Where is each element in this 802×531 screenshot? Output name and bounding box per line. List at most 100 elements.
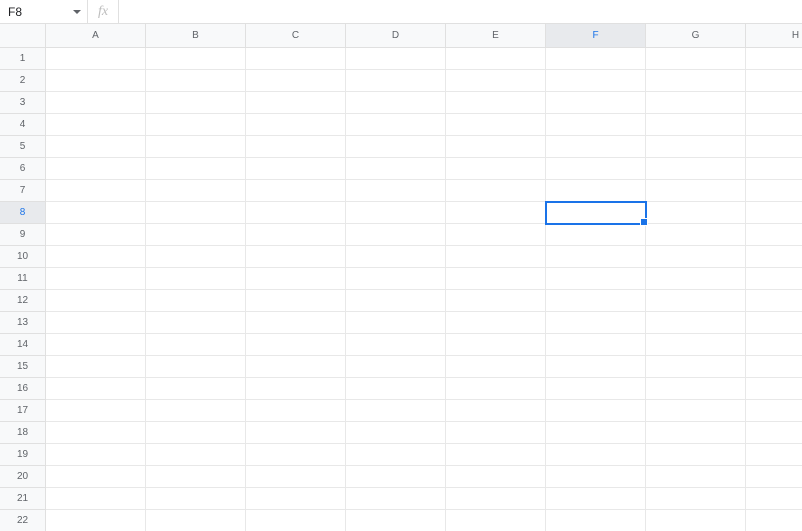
cell-d16[interactable] — [346, 378, 446, 400]
cell-e12[interactable] — [446, 290, 546, 312]
row-header-16[interactable]: 16 — [0, 378, 46, 400]
column-header-f[interactable]: F — [546, 24, 646, 48]
cell-a2[interactable] — [46, 70, 146, 92]
cell-h16[interactable] — [746, 378, 802, 400]
cell-f7[interactable] — [546, 180, 646, 202]
cell-e18[interactable] — [446, 422, 546, 444]
cell-c11[interactable] — [246, 268, 346, 290]
cell-h7[interactable] — [746, 180, 802, 202]
cell-a7[interactable] — [46, 180, 146, 202]
cell-g5[interactable] — [646, 136, 746, 158]
row-header-15[interactable]: 15 — [0, 356, 46, 378]
cell-b3[interactable] — [146, 92, 246, 114]
row-header-13[interactable]: 13 — [0, 312, 46, 334]
cell-b10[interactable] — [146, 246, 246, 268]
cell-a20[interactable] — [46, 466, 146, 488]
cell-f20[interactable] — [546, 466, 646, 488]
cell-g21[interactable] — [646, 488, 746, 510]
cell-a1[interactable] — [46, 48, 146, 70]
cell-g2[interactable] — [646, 70, 746, 92]
cell-g11[interactable] — [646, 268, 746, 290]
cell-b7[interactable] — [146, 180, 246, 202]
row-header-5[interactable]: 5 — [0, 136, 46, 158]
cell-e15[interactable] — [446, 356, 546, 378]
cell-f1[interactable] — [546, 48, 646, 70]
cell-h4[interactable] — [746, 114, 802, 136]
cell-a21[interactable] — [46, 488, 146, 510]
cell-f13[interactable] — [546, 312, 646, 334]
cell-g10[interactable] — [646, 246, 746, 268]
cell-g6[interactable] — [646, 158, 746, 180]
row-header-22[interactable]: 22 — [0, 510, 46, 531]
cell-d19[interactable] — [346, 444, 446, 466]
grid-scroll[interactable]: ABCDEFGH 1234567891011121314151617181920… — [0, 24, 802, 531]
cell-g13[interactable] — [646, 312, 746, 334]
cell-b5[interactable] — [146, 136, 246, 158]
cell-d10[interactable] — [346, 246, 446, 268]
cell-e22[interactable] — [446, 510, 546, 531]
cell-g14[interactable] — [646, 334, 746, 356]
cell-c7[interactable] — [246, 180, 346, 202]
cell-c6[interactable] — [246, 158, 346, 180]
cell-c18[interactable] — [246, 422, 346, 444]
cell-c3[interactable] — [246, 92, 346, 114]
cell-d7[interactable] — [346, 180, 446, 202]
cell-e14[interactable] — [446, 334, 546, 356]
cell-a5[interactable] — [46, 136, 146, 158]
cell-f10[interactable] — [546, 246, 646, 268]
cell-f11[interactable] — [546, 268, 646, 290]
cell-d18[interactable] — [346, 422, 446, 444]
cell-a6[interactable] — [46, 158, 146, 180]
cell-h2[interactable] — [746, 70, 802, 92]
row-header-12[interactable]: 12 — [0, 290, 46, 312]
cell-d3[interactable] — [346, 92, 446, 114]
cell-b15[interactable] — [146, 356, 246, 378]
cell-c4[interactable] — [246, 114, 346, 136]
cell-a22[interactable] — [46, 510, 146, 531]
cell-e16[interactable] — [446, 378, 546, 400]
cell-g3[interactable] — [646, 92, 746, 114]
cell-h19[interactable] — [746, 444, 802, 466]
cell-f9[interactable] — [546, 224, 646, 246]
cell-g19[interactable] — [646, 444, 746, 466]
cell-b9[interactable] — [146, 224, 246, 246]
cell-e6[interactable] — [446, 158, 546, 180]
cell-b12[interactable] — [146, 290, 246, 312]
cell-g20[interactable] — [646, 466, 746, 488]
row-header-14[interactable]: 14 — [0, 334, 46, 356]
cell-f5[interactable] — [546, 136, 646, 158]
cell-d12[interactable] — [346, 290, 446, 312]
cell-e20[interactable] — [446, 466, 546, 488]
cell-f18[interactable] — [546, 422, 646, 444]
cell-b19[interactable] — [146, 444, 246, 466]
cell-d1[interactable] — [346, 48, 446, 70]
cell-d4[interactable] — [346, 114, 446, 136]
cell-d9[interactable] — [346, 224, 446, 246]
cell-f4[interactable] — [546, 114, 646, 136]
cell-b18[interactable] — [146, 422, 246, 444]
cell-e1[interactable] — [446, 48, 546, 70]
cell-a13[interactable] — [46, 312, 146, 334]
row-header-7[interactable]: 7 — [0, 180, 46, 202]
cell-e11[interactable] — [446, 268, 546, 290]
cell-f22[interactable] — [546, 510, 646, 531]
row-header-8[interactable]: 8 — [0, 202, 46, 224]
cell-c10[interactable] — [246, 246, 346, 268]
row-header-9[interactable]: 9 — [0, 224, 46, 246]
cell-f15[interactable] — [546, 356, 646, 378]
cell-e9[interactable] — [446, 224, 546, 246]
cell-c19[interactable] — [246, 444, 346, 466]
column-header-d[interactable]: D — [346, 24, 446, 48]
cell-b4[interactable] — [146, 114, 246, 136]
cell-a18[interactable] — [46, 422, 146, 444]
cell-d22[interactable] — [346, 510, 446, 531]
row-header-1[interactable]: 1 — [0, 48, 46, 70]
cell-d14[interactable] — [346, 334, 446, 356]
row-header-18[interactable]: 18 — [0, 422, 46, 444]
cell-g18[interactable] — [646, 422, 746, 444]
cell-h6[interactable] — [746, 158, 802, 180]
cell-f12[interactable] — [546, 290, 646, 312]
row-header-3[interactable]: 3 — [0, 92, 46, 114]
row-header-20[interactable]: 20 — [0, 466, 46, 488]
cell-a10[interactable] — [46, 246, 146, 268]
